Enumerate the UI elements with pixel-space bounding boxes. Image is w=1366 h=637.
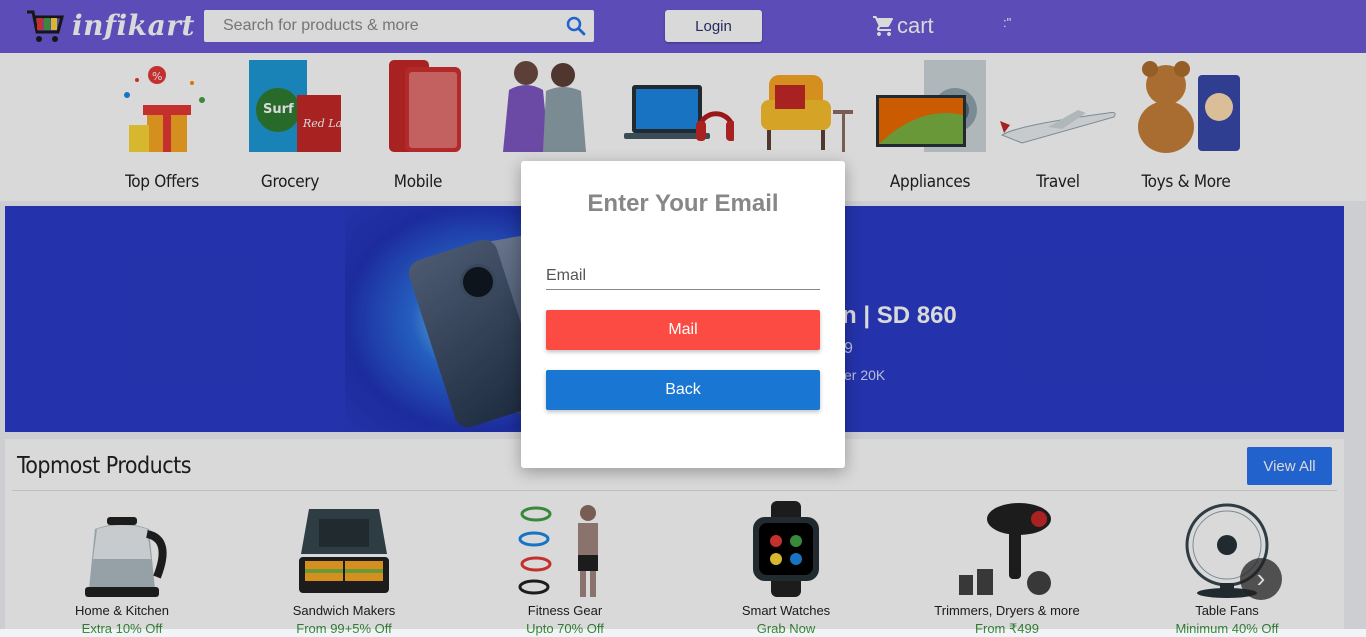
- back-button[interactable]: Back: [546, 370, 820, 410]
- mail-button[interactable]: Mail: [546, 310, 820, 350]
- email-modal: Enter Your Email Mail Back: [521, 161, 845, 468]
- email-field[interactable]: [546, 262, 820, 290]
- modal-title: Enter Your Email: [587, 190, 779, 217]
